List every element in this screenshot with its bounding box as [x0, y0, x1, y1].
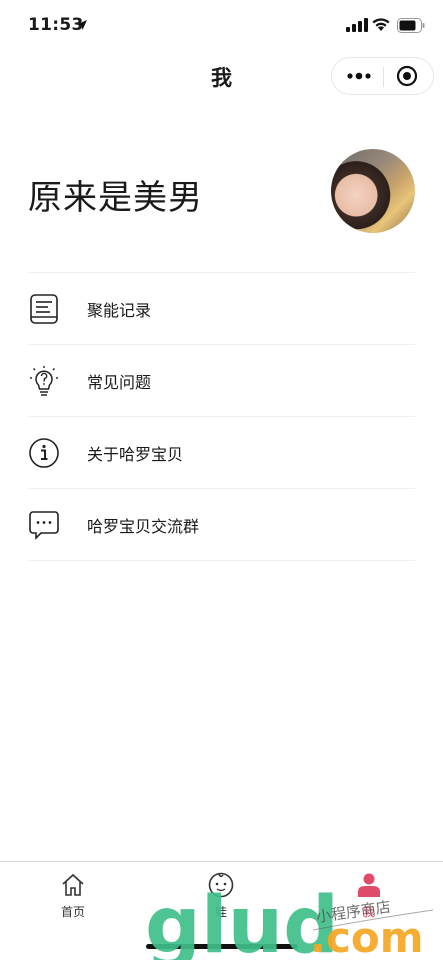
menu-item-label: 聚能记录 [87, 301, 152, 320]
battery-icon [397, 18, 425, 33]
tab-baby[interactable]: 娃 [171, 872, 271, 920]
menu-item-label: 关于哈罗宝贝 [87, 445, 184, 464]
record-book-icon [30, 294, 58, 324]
menu-item-faq[interactable]: 常见问题 [28, 345, 415, 417]
menu-item-group-chat[interactable]: 哈罗宝贝交流群 [28, 489, 415, 561]
menu-item-label: 常见问题 [87, 373, 152, 392]
settings-menu: 聚能记录 常见问题 关于哈罗宝贝 哈罗宝贝交流群 [28, 272, 415, 561]
cellular-signal-icon [346, 18, 368, 32]
profile-name: 原来是美男 [28, 178, 203, 218]
home-icon [62, 873, 84, 896]
tab-label: 我 [362, 905, 375, 919]
info-icon [29, 438, 59, 468]
tab-home[interactable]: 首页 [23, 872, 123, 920]
more-options-icon[interactable] [346, 66, 372, 86]
location-arrow-icon [77, 20, 87, 30]
mini-program-capsule [331, 57, 434, 95]
lightbulb-question-icon [30, 366, 58, 396]
tab-label: 娃 [214, 905, 227, 919]
menu-item-records[interactable]: 聚能记录 [28, 273, 415, 345]
chat-bubble-icon [29, 511, 59, 540]
tab-me[interactable]: 我 [319, 872, 419, 920]
menu-item-about[interactable]: 关于哈罗宝贝 [28, 417, 415, 489]
menu-item-label: 哈罗宝贝交流群 [87, 517, 200, 536]
capsule-divider [383, 67, 384, 87]
close-mini-program-icon[interactable] [396, 65, 418, 87]
baby-face-icon [208, 872, 234, 898]
status-bar: 11:53 [0, 0, 443, 52]
avatar[interactable] [331, 149, 415, 233]
home-indicator [146, 944, 298, 949]
tab-label: 首页 [60, 905, 85, 919]
wifi-icon [372, 18, 390, 31]
user-profile-icon [358, 873, 380, 897]
